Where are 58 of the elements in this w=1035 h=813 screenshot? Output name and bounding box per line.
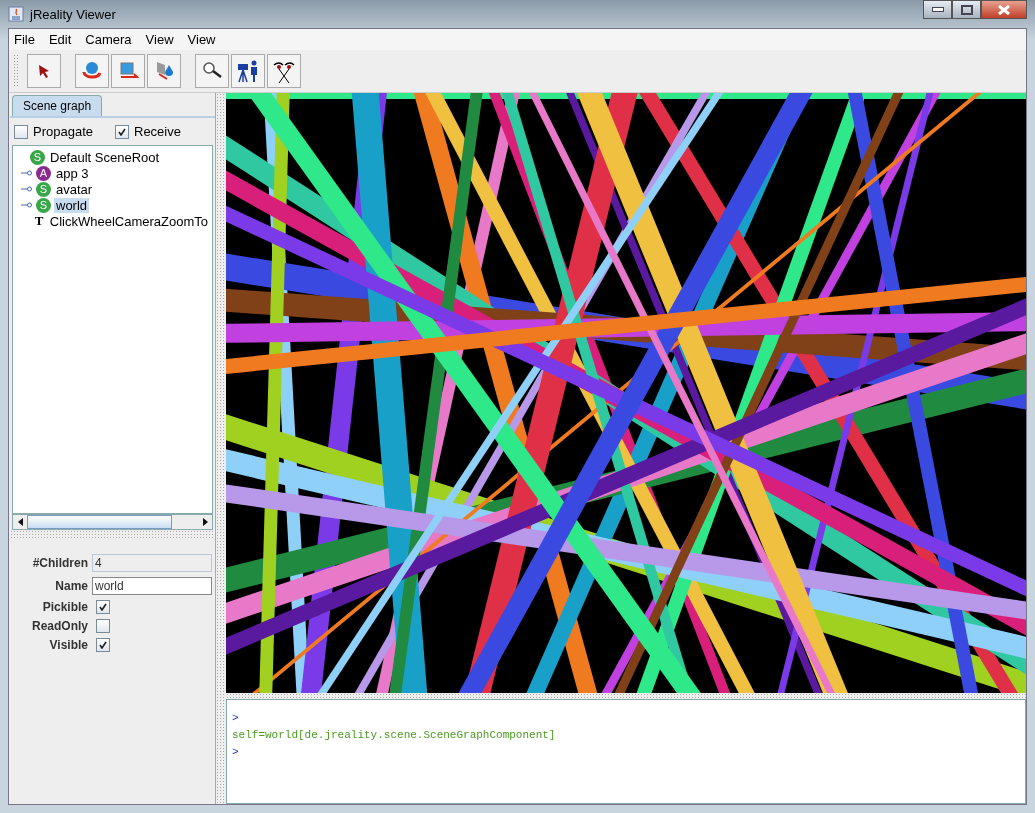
rotate-tool-button[interactable] bbox=[75, 54, 109, 88]
pointer-icon bbox=[38, 63, 50, 79]
maximize-icon bbox=[960, 4, 973, 15]
tree-item[interactable]: world bbox=[54, 197, 90, 213]
checkbox[interactable] bbox=[115, 124, 129, 139]
checkbox[interactable] bbox=[96, 619, 110, 633]
checkbox-label: Receive bbox=[134, 124, 181, 139]
window-title: jReality Viewer bbox=[30, 6, 117, 22]
property-label: ReadOnly bbox=[31, 619, 88, 633]
splitter-handle[interactable] bbox=[216, 93, 226, 804]
menu-item[interactable]: Camera bbox=[85, 32, 132, 47]
tree-item[interactable]: Default SceneRoot bbox=[48, 149, 162, 165]
camera-person-tool-button[interactable] bbox=[231, 54, 265, 88]
tab[interactable]: Scene graph bbox=[12, 95, 103, 116]
close-icon bbox=[998, 4, 1010, 15]
node-type-badge: A bbox=[36, 165, 51, 181]
expand-handle-icon[interactable] bbox=[21, 184, 33, 194]
maximize-button[interactable] bbox=[952, 0, 981, 19]
splitter-handle[interactable] bbox=[226, 693, 1026, 699]
checkbox[interactable] bbox=[96, 638, 110, 652]
magnifier-tool-button[interactable] bbox=[195, 54, 229, 88]
property-label: Name bbox=[54, 579, 88, 593]
horizontal-scrollbar[interactable] bbox=[12, 514, 213, 530]
menu-item[interactable]: Edit bbox=[48, 32, 72, 47]
minimize-icon bbox=[931, 7, 944, 12]
property-label: #Children bbox=[31, 556, 88, 570]
node-type-badge: S bbox=[30, 149, 45, 165]
checkbox[interactable] bbox=[96, 600, 110, 614]
pointer-tool-button[interactable] bbox=[27, 54, 61, 88]
java-cup-icon bbox=[8, 6, 24, 22]
property-label: Pickible bbox=[41, 600, 88, 614]
property-label: Visible bbox=[48, 638, 88, 652]
expand-handle-icon[interactable] bbox=[21, 168, 33, 178]
minimize-button[interactable] bbox=[923, 0, 952, 19]
tree-item[interactable]: ClickWheelCameraZoomTo bbox=[47, 213, 210, 229]
eyes-tool-button[interactable] bbox=[267, 54, 301, 88]
menu-item[interactable]: View bbox=[187, 32, 216, 47]
splitter-handle[interactable] bbox=[10, 530, 215, 539]
menu-item[interactable]: View bbox=[145, 32, 174, 47]
drag-tool-button[interactable] bbox=[147, 54, 181, 88]
translate-tool-button[interactable] bbox=[111, 54, 145, 88]
checkbox[interactable] bbox=[14, 124, 28, 139]
readonly-field: 4 bbox=[92, 554, 212, 572]
tree-item[interactable]: app 3 bbox=[54, 165, 91, 181]
console-output: self=world[de.jreality.scene.SceneGraphComponent] bbox=[232, 728, 557, 743]
close-button[interactable] bbox=[981, 0, 1027, 19]
console-prompt: > bbox=[232, 745, 240, 760]
node-type-badge: S bbox=[36, 197, 51, 213]
tree-item[interactable]: avatar bbox=[54, 181, 95, 197]
scroll-right-icon bbox=[202, 518, 208, 526]
checkbox-label: Propagate bbox=[33, 124, 93, 139]
scroll-left-icon bbox=[17, 518, 23, 526]
node-type-label: T bbox=[33, 213, 45, 229]
console-prompt: > bbox=[232, 711, 240, 726]
expand-handle-icon[interactable] bbox=[21, 200, 33, 210]
node-type-badge: S bbox=[36, 181, 51, 197]
name-field[interactable]: world bbox=[92, 577, 212, 595]
menu-item[interactable]: File bbox=[14, 32, 35, 47]
